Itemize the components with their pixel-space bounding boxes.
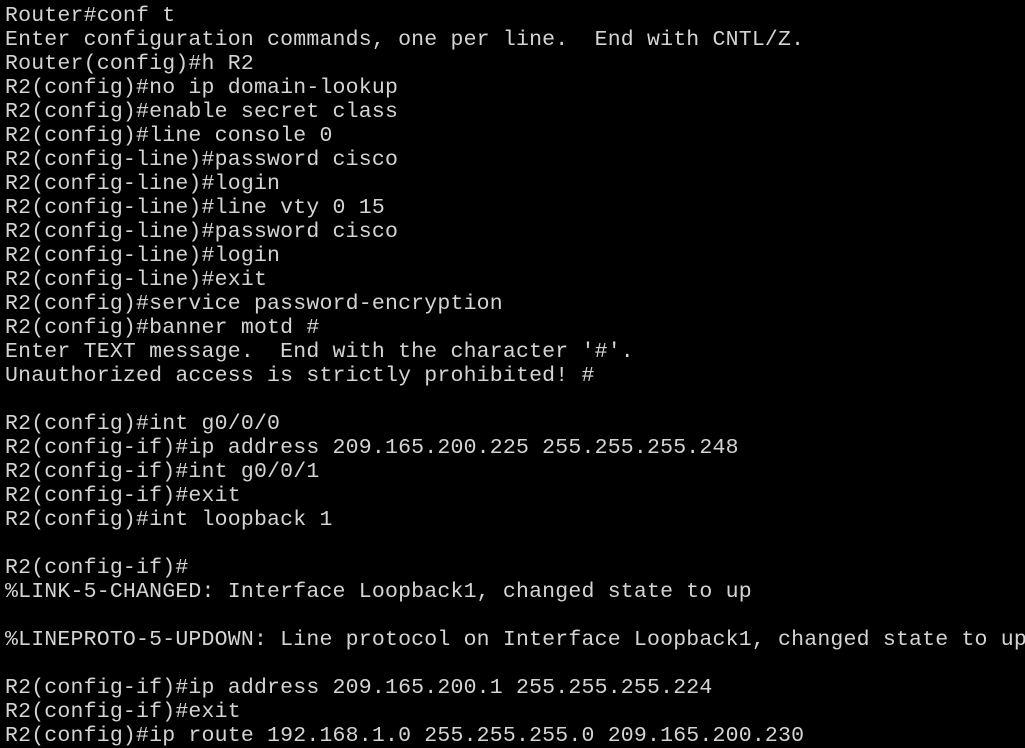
terminal-line: Router(config)#h R2 bbox=[5, 52, 254, 76]
terminal-line: R2(config)#int g0/0/0 bbox=[5, 412, 281, 436]
terminal-line: R2(config-if)#ip address 209.165.200.225… bbox=[5, 436, 739, 460]
terminal-line: R2(config-line)#line vty 0 15 bbox=[5, 196, 385, 220]
terminal-window[interactable]: Router#conf t Enter configuration comman… bbox=[0, 0, 1025, 748]
terminal-line: R2(config-line)#password cisco bbox=[5, 148, 399, 172]
terminal-line: R2(config-line)#login bbox=[5, 172, 281, 196]
terminal-line: R2(config-if)# bbox=[5, 556, 189, 580]
terminal-line: %LINK-5-CHANGED: Interface Loopback1, ch… bbox=[5, 580, 752, 604]
terminal-line: R2(config)#ip route 192.168.1.0 255.255.… bbox=[5, 724, 805, 748]
terminal-line: R2(config-line)#login bbox=[5, 244, 281, 268]
terminal-line: R2(config)#enable secret class bbox=[5, 100, 399, 124]
terminal-line: %LINEPROTO-5-UPDOWN: Line protocol on In… bbox=[5, 628, 1025, 652]
terminal-line: R2(config-line)#password cisco bbox=[5, 220, 399, 244]
terminal-line: R2(config)#int loopback 1 bbox=[5, 508, 333, 532]
terminal-line: Unauthorized access is strictly prohibit… bbox=[5, 364, 595, 388]
terminal-line: Router#conf t bbox=[5, 4, 176, 28]
terminal-line: R2(config-if)#exit bbox=[5, 484, 241, 508]
terminal-line: R2(config)#no ip domain-lookup bbox=[5, 76, 399, 100]
terminal-line: R2(config)#service password-encryption bbox=[5, 292, 503, 316]
terminal-line: R2(config)#banner motd # bbox=[5, 316, 320, 340]
terminal-line: Enter configuration commands, one per li… bbox=[5, 28, 805, 52]
terminal-line: R2(config-if)#ip address 209.165.200.1 2… bbox=[5, 676, 713, 700]
terminal-line: R2(config-line)#exit bbox=[5, 268, 268, 292]
terminal-line: R2(config-if)#exit bbox=[5, 700, 241, 724]
terminal-line: Enter TEXT message. End with the charact… bbox=[5, 340, 634, 364]
terminal-line: R2(config)#line console 0 bbox=[5, 124, 333, 148]
terminal-line: R2(config-if)#int g0/0/1 bbox=[5, 460, 320, 484]
